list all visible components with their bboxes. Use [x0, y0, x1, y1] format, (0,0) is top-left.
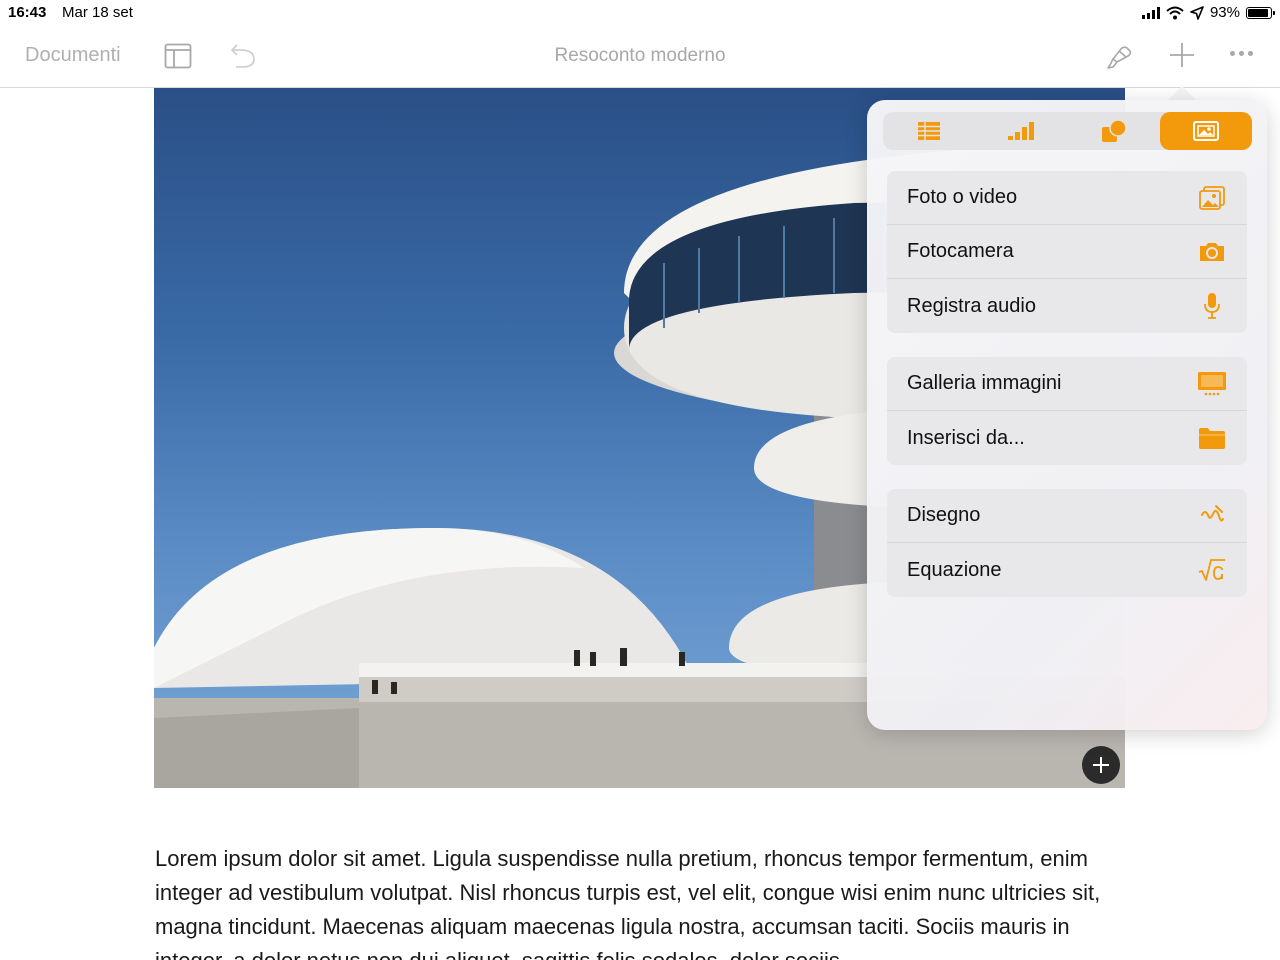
add-media-button[interactable]: [1082, 746, 1120, 784]
equation-icon: [1197, 555, 1227, 585]
cellular-signal-icon: [1141, 6, 1160, 19]
status-time: 16:43: [8, 4, 47, 21]
gallery-icon: [1197, 369, 1227, 399]
media-icon: [1192, 121, 1219, 141]
status-right: 93%: [1141, 4, 1275, 21]
menu-item-camera[interactable]: Fotocamera: [887, 225, 1247, 279]
tab-table[interactable]: [883, 112, 975, 150]
menu-item-record-audio[interactable]: Registra audio: [887, 279, 1247, 333]
camera-icon: [1197, 237, 1227, 267]
battery-level-fill: [1248, 8, 1268, 17]
tab-media[interactable]: [1159, 112, 1252, 150]
status-bar: 16:43 Mar 18 set 93%: [0, 0, 1280, 26]
wifi-icon: [1166, 6, 1184, 19]
shapes-icon: [1101, 119, 1127, 142]
media-group-create: Disegno Equazione: [887, 489, 1247, 597]
media-group-capture: Foto o video Fotocamera Registra audio: [887, 171, 1247, 333]
media-group-insert: Galleria immagini Inserisci da...: [887, 357, 1247, 465]
document-title: Resoconto moderno: [554, 45, 726, 66]
location-arrow-icon: [1190, 5, 1204, 20]
insert-category-tabs: [883, 112, 1252, 150]
microphone-icon: [1197, 291, 1227, 321]
menu-item-photo-video[interactable]: Foto o video: [887, 171, 1247, 225]
status-date: Mar 18 set: [62, 4, 133, 21]
tab-chart[interactable]: [975, 112, 1067, 150]
menu-item-equation[interactable]: Equazione: [887, 543, 1247, 597]
more-options-icon[interactable]: [1230, 51, 1253, 56]
table-icon: [918, 122, 941, 140]
menu-item-insert-from[interactable]: Inserisci da...: [887, 411, 1247, 465]
document-body-text[interactable]: Lorem ipsum dolor sit amet. Ligula suspe…: [155, 842, 1135, 960]
plus-icon: [1093, 757, 1109, 773]
tab-shapes[interactable]: [1068, 112, 1160, 150]
popover-arrow: [1168, 86, 1196, 100]
battery-percentage: 93%: [1209, 4, 1240, 21]
pages-document-screen: 16:43 Mar 18 set 93% Documenti Resoconto…: [0, 0, 1280, 960]
photo-icon: [1197, 183, 1227, 213]
drawing-icon: [1197, 501, 1227, 531]
menu-item-drawing[interactable]: Disegno: [887, 489, 1247, 543]
insert-plus-icon[interactable]: [1168, 40, 1196, 70]
document-toolbar: Documenti Resoconto moderno: [0, 26, 1280, 88]
menu-item-image-gallery[interactable]: Galleria immagini: [887, 357, 1247, 411]
battery-icon: [1246, 6, 1275, 19]
format-brush-icon[interactable]: [1104, 41, 1134, 71]
folder-icon: [1197, 423, 1227, 453]
chart-icon: [1008, 122, 1035, 140]
insert-popover: Foto o video Fotocamera Registra audio G…: [867, 100, 1267, 730]
